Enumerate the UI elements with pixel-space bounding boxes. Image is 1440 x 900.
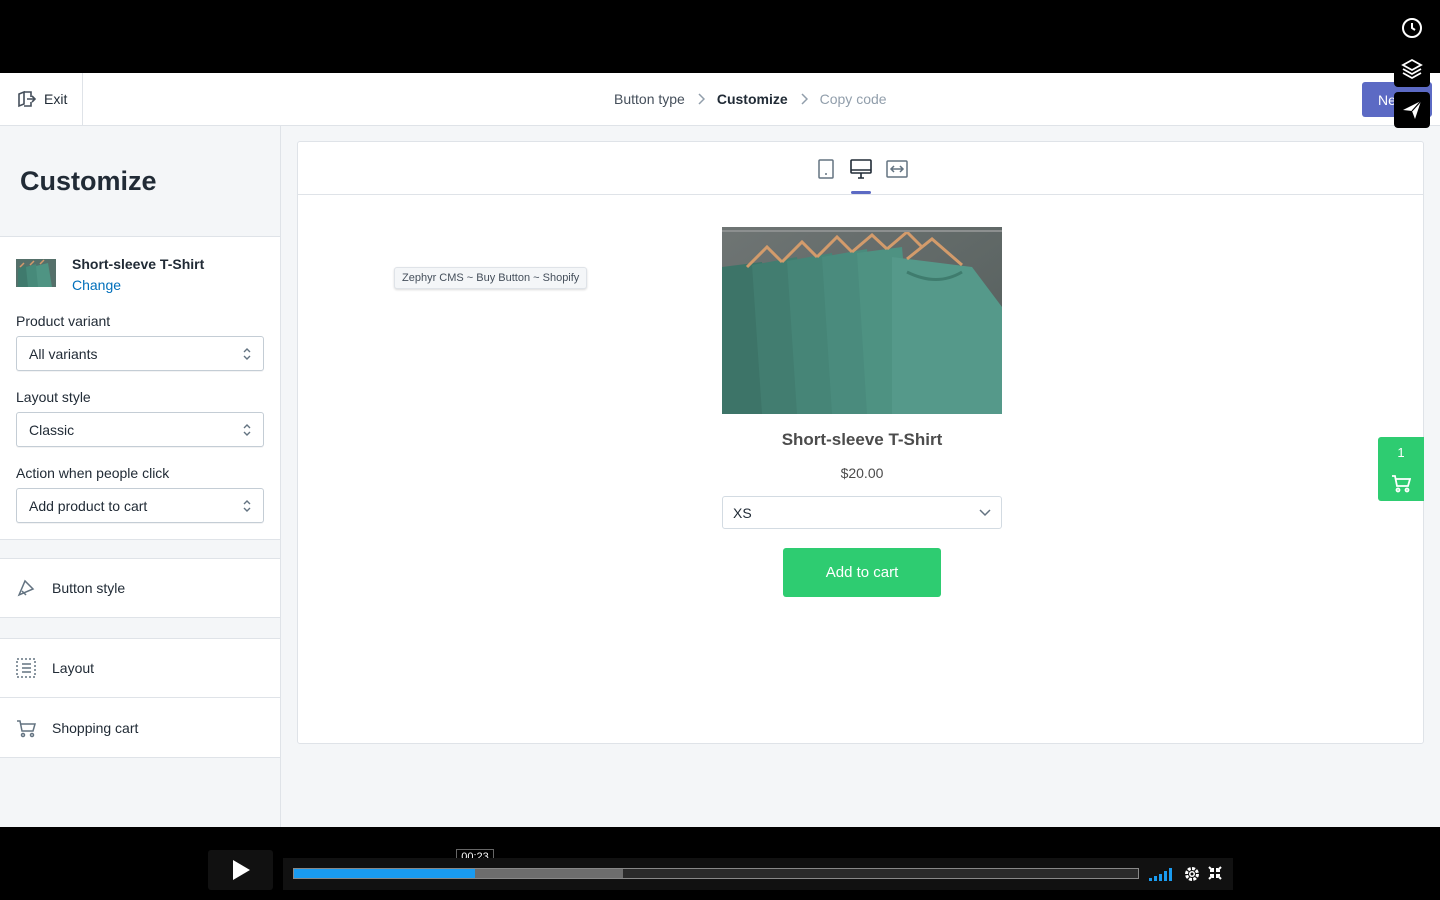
layers-button[interactable] bbox=[1394, 51, 1430, 87]
play-button[interactable] bbox=[208, 850, 273, 890]
cart-toggle[interactable]: 1 bbox=[1378, 437, 1424, 501]
desktop-icon bbox=[850, 159, 872, 179]
product-image bbox=[722, 227, 1002, 414]
variant-select[interactable]: All variants bbox=[16, 336, 264, 371]
layout-style-value: Classic bbox=[29, 421, 75, 438]
breadcrumb: Button type Customize Copy code bbox=[614, 73, 887, 125]
exit-button[interactable]: Exit bbox=[0, 73, 83, 125]
sidebar-item-layout[interactable]: Layout bbox=[0, 638, 280, 698]
chevron-right-icon bbox=[697, 93, 705, 105]
action-label: Action when people click bbox=[16, 465, 170, 481]
settings-gear-icon[interactable] bbox=[1183, 865, 1201, 883]
button-style-icon bbox=[17, 579, 35, 597]
preview-product-title: Short-sleeve T-Shirt bbox=[781, 430, 943, 449]
full-width-view-button[interactable] bbox=[885, 156, 909, 182]
size-value: XS bbox=[733, 504, 752, 521]
action-value: Add product to cart bbox=[29, 497, 148, 514]
sidebar: Customize Short-sleeve T-Shirt Change Pr… bbox=[0, 126, 281, 827]
cart-icon bbox=[17, 719, 36, 737]
select-arrows-icon bbox=[243, 348, 251, 360]
exit-label: Exit bbox=[44, 91, 68, 107]
sidebar-item-shopping-cart[interactable]: Shopping cart bbox=[0, 698, 280, 758]
crumb-customize[interactable]: Customize bbox=[717, 91, 788, 107]
product-thumbnail bbox=[16, 259, 56, 287]
top-bar: Exit Button type Customize Copy code Nex… bbox=[0, 73, 1440, 126]
send-icon bbox=[1403, 100, 1422, 119]
select-arrows-icon bbox=[243, 424, 251, 436]
sidebar-item-label: Layout bbox=[52, 660, 95, 676]
progress-track[interactable] bbox=[293, 868, 1139, 879]
cart-icon bbox=[1392, 475, 1411, 493]
sidebar-item-label: Button style bbox=[52, 580, 126, 596]
cart-count: 1 bbox=[1397, 445, 1405, 460]
change-product-link[interactable]: Change bbox=[72, 277, 121, 293]
progress-played bbox=[294, 869, 476, 878]
action-select[interactable]: Add product to cart bbox=[16, 488, 264, 523]
variant-value: All variants bbox=[29, 345, 98, 362]
fullscreen-icon[interactable] bbox=[1208, 866, 1222, 880]
crumb-copy-code[interactable]: Copy code bbox=[820, 91, 887, 107]
layout-icon bbox=[16, 658, 36, 678]
variant-label: Product variant bbox=[16, 313, 111, 329]
volume-icon[interactable] bbox=[1149, 867, 1173, 881]
mobile-icon bbox=[818, 159, 834, 179]
exit-icon bbox=[18, 90, 36, 108]
sidebar-item-button-style[interactable]: Button style bbox=[0, 558, 280, 618]
play-icon bbox=[232, 860, 250, 880]
clock-icon bbox=[1402, 18, 1422, 38]
product-settings-card: Short-sleeve T-Shirt Change Product vari… bbox=[0, 236, 280, 540]
layout-style-label: Layout style bbox=[16, 389, 91, 405]
chevron-down-icon bbox=[979, 509, 991, 517]
layout-style-select[interactable]: Classic bbox=[16, 412, 264, 447]
mobile-view-button[interactable] bbox=[814, 156, 838, 182]
preview-price: $20.00 bbox=[840, 465, 884, 481]
share-button[interactable] bbox=[1394, 92, 1430, 128]
expand-width-icon bbox=[886, 160, 908, 178]
app-window: Exit Button type Customize Copy code Nex… bbox=[0, 73, 1440, 827]
history-button[interactable] bbox=[1394, 10, 1430, 46]
video-controls bbox=[283, 858, 1233, 890]
chevron-right-icon bbox=[800, 93, 808, 105]
preview-panel: Zephyr CMS ~ Buy Button ~ Shopify Short-… bbox=[297, 141, 1424, 744]
desktop-view-button[interactable] bbox=[849, 156, 873, 194]
product-name: Short-sleeve T-Shirt bbox=[72, 256, 205, 272]
select-arrows-icon bbox=[243, 500, 251, 512]
size-select[interactable]: XS bbox=[722, 496, 1002, 529]
layers-icon bbox=[1401, 58, 1423, 80]
add-to-cart-button[interactable]: Add to cart bbox=[783, 548, 941, 597]
tooltip: Zephyr CMS ~ Buy Button ~ Shopify bbox=[394, 267, 588, 289]
page-title: Customize bbox=[20, 166, 157, 196]
sidebar-item-label: Shopping cart bbox=[52, 719, 139, 736]
crumb-button-type[interactable]: Button type bbox=[614, 91, 685, 107]
device-toggle-bar bbox=[298, 142, 1423, 195]
